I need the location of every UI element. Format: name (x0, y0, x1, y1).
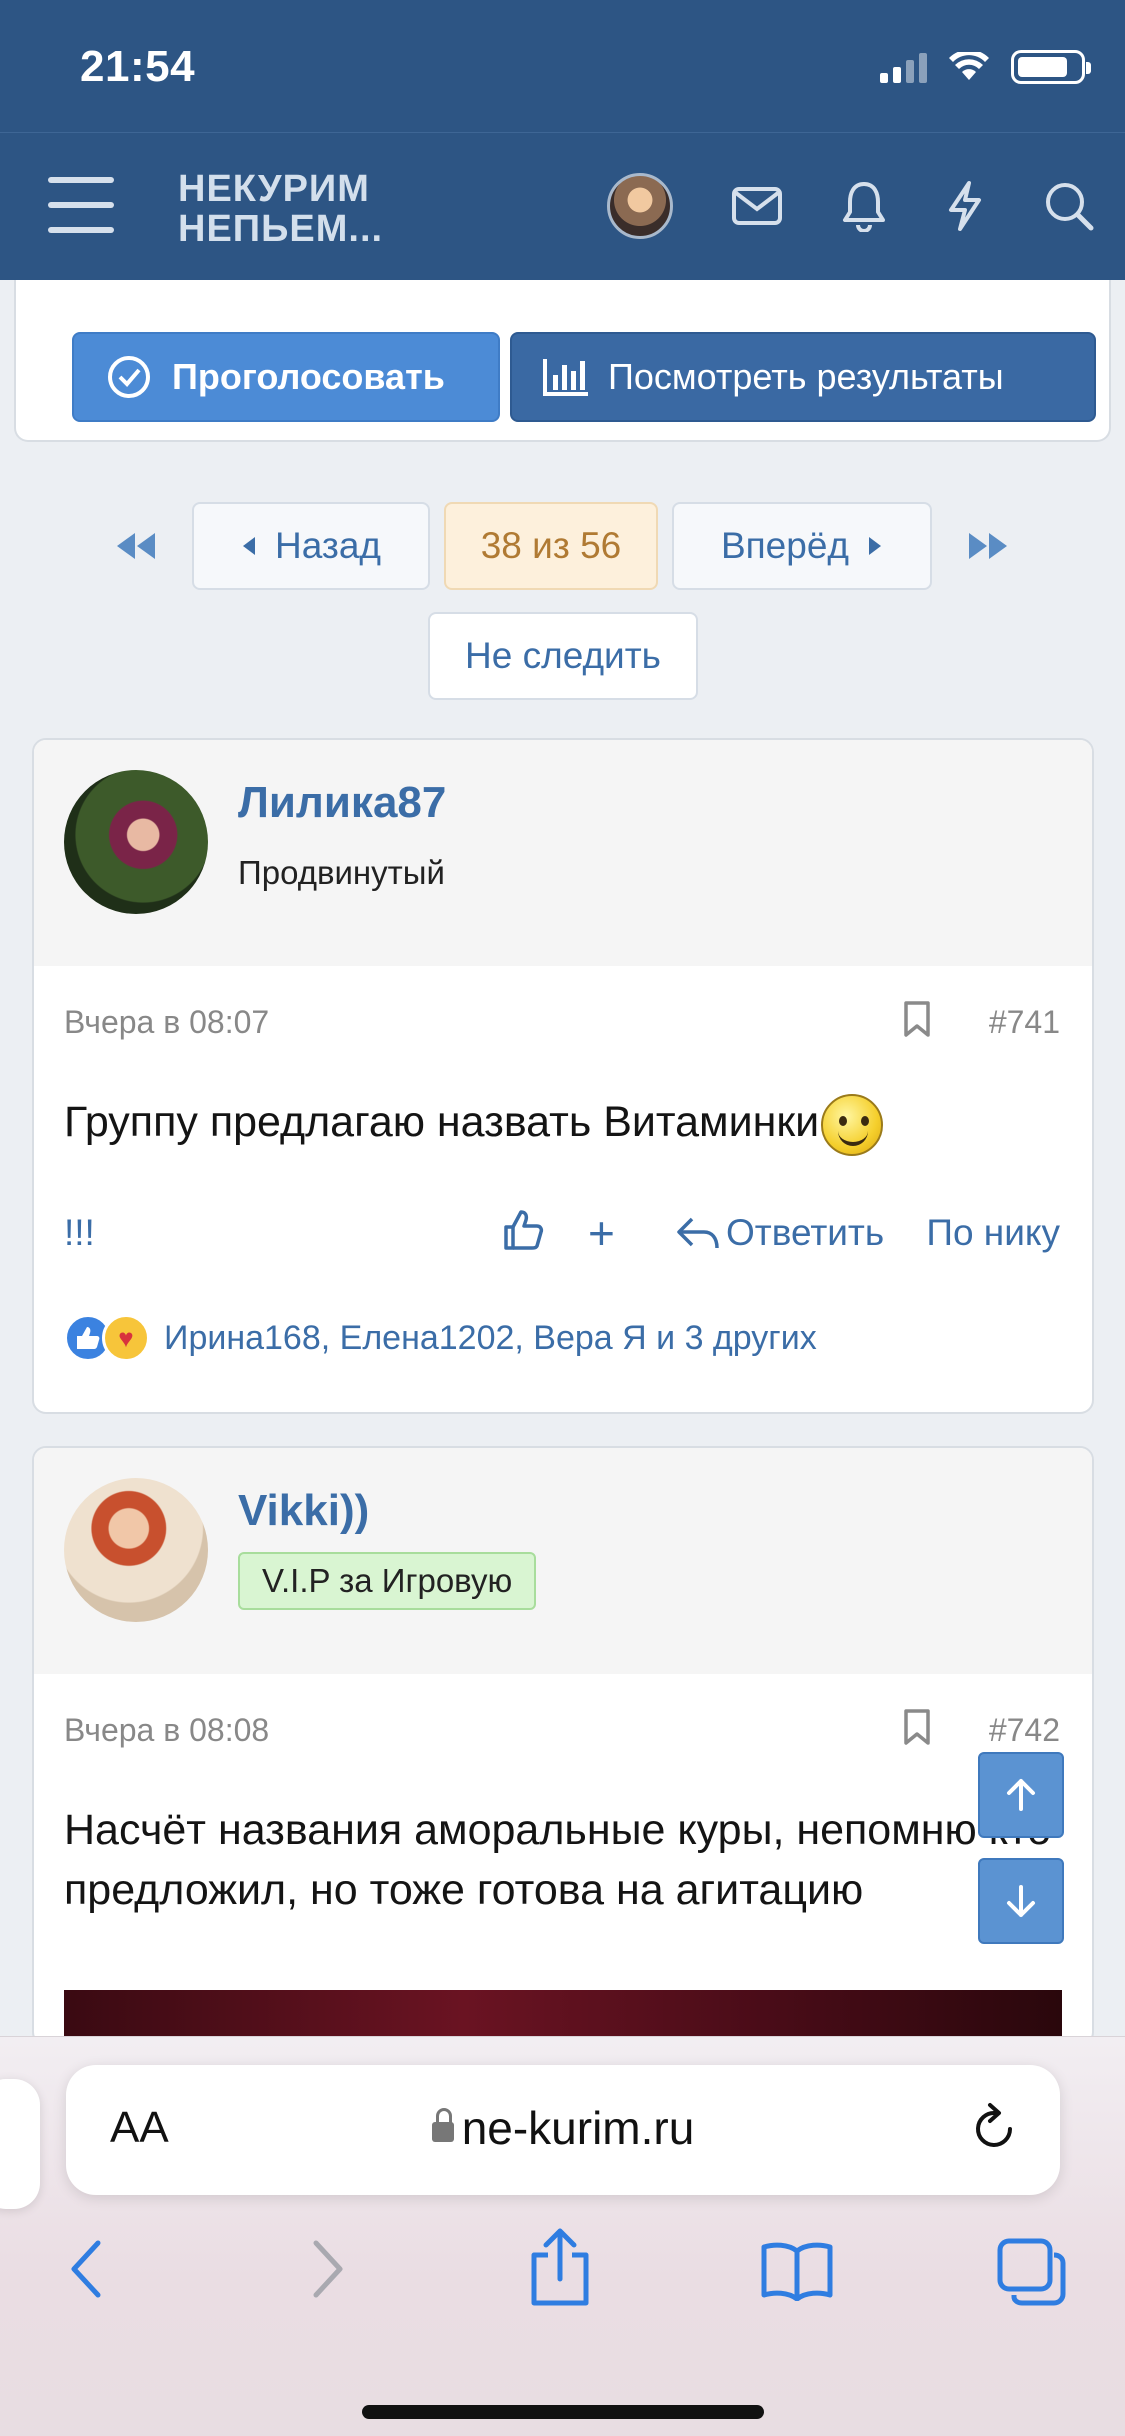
post-741: Лилика87 Продвинутый Вчера в 08:07 #741 … (32, 738, 1094, 1414)
wifi-icon (949, 52, 989, 80)
author-name[interactable]: Vikki)) (238, 1486, 369, 1536)
status-time: 21:54 (80, 42, 196, 91)
bell-icon[interactable] (841, 180, 887, 232)
tabs-icon[interactable] (996, 2237, 1068, 2312)
logo-line-2: НЕПЬЕМ... (178, 208, 384, 250)
browser-toolbar: AA ne-kurim.ru (0, 2036, 1125, 2436)
header-actions (607, 173, 1095, 239)
back-icon[interactable] (66, 2237, 106, 2306)
scroll-to-bottom-button[interactable] (978, 1858, 1064, 1944)
plus-icon[interactable]: + (588, 1206, 615, 1260)
mail-icon[interactable] (731, 186, 783, 226)
poll-panel: Проголосовать Посмотреть результаты (14, 280, 1111, 442)
smile-emoji-icon (821, 1093, 884, 1156)
prev-page-label: Назад (274, 525, 381, 566)
bookmarks-icon[interactable] (760, 2241, 834, 2306)
reactions-users[interactable]: Ирина168, Елена1202, Вера Я и 3 других (164, 1319, 817, 1358)
previous-tab-peek[interactable] (0, 2079, 40, 2209)
author-title: Продвинутый (238, 854, 445, 891)
bookmark-icon[interactable] (902, 1000, 932, 1038)
post-date[interactable]: Вчера в 08:08 (64, 1712, 269, 1749)
user-avatar[interactable] (607, 173, 673, 239)
first-page-icon[interactable] (108, 520, 164, 572)
site-logo[interactable]: НЕКУРИМ НЕПЬЕМ... (178, 169, 383, 249)
battery-icon (1011, 50, 1091, 84)
post-actions: !!! + Ответить По нику (64, 1206, 1060, 1260)
reactions-summary[interactable]: ♥ Ирина168, Елена1202, Вера Я и 3 других (64, 1314, 817, 1362)
check-circle-icon (108, 356, 150, 398)
post-number[interactable]: #741 (989, 1004, 1060, 1041)
forward-icon[interactable] (308, 2237, 348, 2306)
arrow-up-icon (1007, 1779, 1035, 1811)
search-icon[interactable] (1043, 180, 1095, 232)
pagination: Назад 38 из 56 Вперёд (0, 502, 1125, 592)
bookmark-icon[interactable] (902, 1708, 932, 1746)
status-bar: 21:54 (0, 0, 1125, 132)
last-page-icon[interactable] (960, 520, 1016, 572)
system-indicators (880, 50, 1091, 84)
site-header: НЕКУРИМ НЕПЬЕМ... (0, 132, 1125, 280)
home-indicator (362, 2405, 764, 2419)
scroll-to-top-button[interactable] (978, 1752, 1064, 1838)
post-number[interactable]: #742 (989, 1712, 1060, 1749)
vote-label: Проголосовать (172, 356, 445, 397)
post-body: Группу предлагаю назвать Витаминки (64, 1092, 1062, 1156)
bar-chart-icon (543, 359, 588, 396)
author-avatar[interactable] (64, 770, 208, 914)
menu-icon[interactable] (48, 177, 114, 233)
view-results-label: Посмотреть результаты (608, 356, 1004, 397)
post-date[interactable]: Вчера в 08:07 (64, 1004, 269, 1041)
caret-left-icon (242, 537, 255, 555)
by-nick-button[interactable]: По нику (926, 1212, 1060, 1254)
post-742: Vikki)) V.I.P за Игровую Вчера в 08:08 #… (32, 1446, 1094, 2046)
url-field[interactable]: ne-kurim.ru (66, 2101, 1060, 2155)
next-page-label: Вперёд (720, 525, 850, 566)
post-text: Группу предлагаю назвать Витаминки (64, 1098, 820, 1146)
reply-label: Ответить (726, 1212, 885, 1253)
thumbs-up-icon[interactable] (502, 1208, 544, 1252)
reply-button[interactable]: Ответить (676, 1212, 884, 1254)
author-avatar[interactable] (64, 1478, 208, 1622)
current-page-indicator[interactable]: 38 из 56 (444, 502, 658, 590)
prev-page-button[interactable]: Назад (192, 502, 430, 590)
next-page-button[interactable]: Вперёд (672, 502, 932, 590)
logo-line-1: НЕКУРИМ (178, 168, 370, 210)
reply-arrow-icon (677, 1217, 719, 1249)
arrow-down-icon (1007, 1885, 1035, 1917)
post-author-panel: Лилика87 Продвинутый (34, 740, 1092, 966)
view-results-button[interactable]: Посмотреть результаты (510, 332, 1096, 422)
post-text: Насчёт названия аморальные куры, непомню… (64, 1806, 1052, 1914)
lock-icon (431, 2108, 454, 2142)
vote-button[interactable]: Проголосовать (72, 332, 500, 422)
address-bar[interactable]: AA ne-kurim.ru (66, 2065, 1060, 2195)
unfollow-button[interactable]: Не следить (428, 612, 698, 700)
love-reaction-icon: ♥ (102, 1314, 150, 1362)
lightning-icon[interactable] (945, 180, 985, 232)
url-text: ne-kurim.ru (461, 2102, 695, 2154)
caret-right-icon (869, 537, 882, 555)
cellular-signal-icon (880, 51, 927, 83)
post-author-panel: Vikki)) V.I.P за Игровую (34, 1448, 1092, 1674)
browser-nav-buttons (0, 2228, 1125, 2337)
author-badge: V.I.P за Игровую (238, 1552, 537, 1610)
post-flags-text: !!! (64, 1212, 95, 1253)
share-icon[interactable] (528, 2227, 592, 2312)
reload-icon[interactable] (970, 2101, 1020, 2155)
author-name[interactable]: Лилика87 (238, 778, 446, 828)
